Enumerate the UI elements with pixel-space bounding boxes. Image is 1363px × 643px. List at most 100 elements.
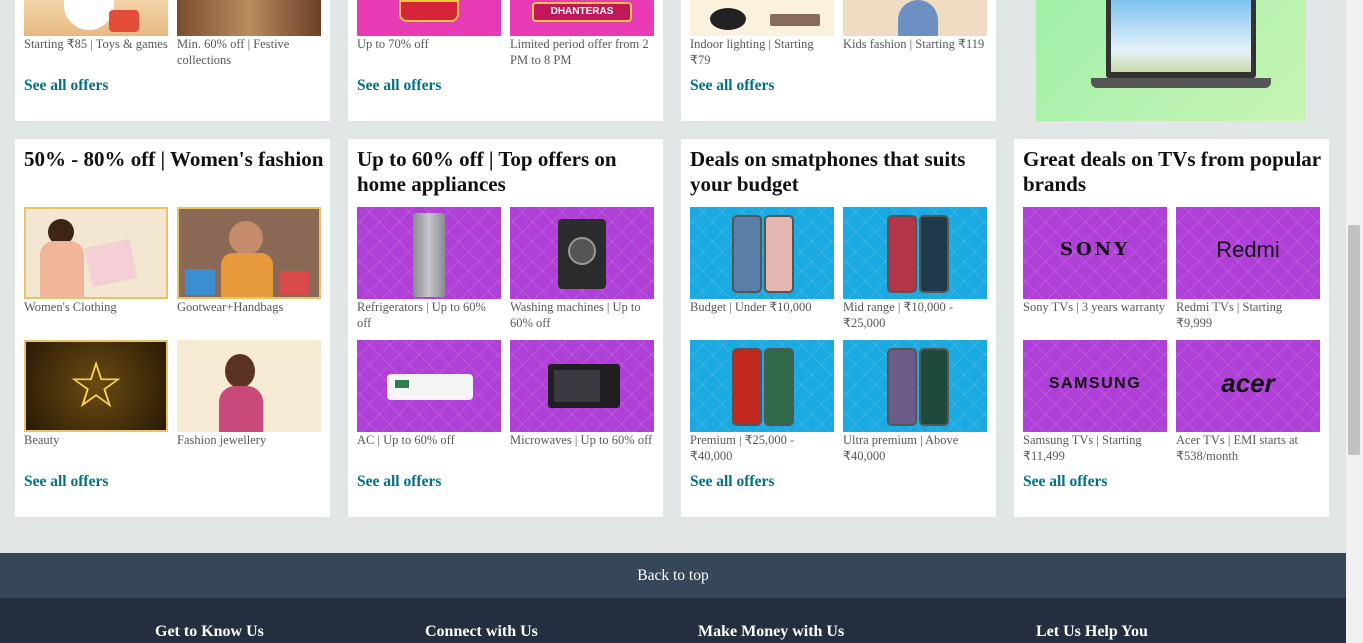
tile-caption: Microwaves | Up to 60% off bbox=[510, 433, 653, 447]
footer-heading-let-us-help-you: Let Us Help You bbox=[1036, 623, 1148, 640]
tile-caption: Gootwear+Handbags bbox=[177, 300, 284, 314]
tile-caption: Redmi TVs | Starting ₹9,999 bbox=[1176, 300, 1283, 330]
footer-heading-make-money-with-us: Make Money with Us bbox=[698, 623, 845, 640]
tile-redmi-tvs[interactable]: Redmi Redmi TVs | Starting ₹9,999 bbox=[1176, 207, 1320, 331]
festive-banner-image bbox=[357, 0, 501, 36]
tile-fashion-jewellery[interactable]: Fashion jewellery bbox=[177, 340, 321, 448]
tile-premium-phones[interactable]: Premium | ₹25,000 - ₹40,000 bbox=[690, 340, 834, 464]
tile-caption: Fashion jewellery bbox=[177, 433, 267, 447]
tile-budget-phones[interactable]: Budget | Under ₹10,000 bbox=[690, 207, 834, 315]
tile-caption: Limited period offer from 2 PM to 8 PM bbox=[510, 37, 649, 67]
footer: Get to Know Us Connect with Us Make Mone… bbox=[0, 598, 1346, 643]
sony-logo-image: SONY bbox=[1023, 207, 1167, 299]
card-title: Up to 60% off | Top offers on home appli… bbox=[357, 147, 617, 196]
footer-heading-connect-with-us: Connect with Us bbox=[425, 623, 538, 640]
tile-caption: Kids fashion | Starting ₹119 bbox=[843, 37, 985, 51]
redmi-logo-image: Redmi bbox=[1176, 207, 1320, 299]
lighting-image bbox=[690, 0, 834, 36]
scrollbar-thumb[interactable] bbox=[1348, 225, 1360, 455]
deal-card-home: Indoor lighting | Starting ₹79 Kids fash… bbox=[681, 0, 996, 121]
acer-logo-image: acer bbox=[1176, 340, 1320, 432]
dhanteras-label: DHANTERAS bbox=[532, 2, 632, 22]
tile-caption: Ultra premium | Above ₹40,000 bbox=[843, 433, 959, 463]
tile-footwear-handbags[interactable]: Gootwear+Handbags bbox=[177, 207, 321, 315]
tile-ultra-premium-phones[interactable]: Ultra premium | Above ₹40,000 bbox=[843, 340, 987, 464]
tile-festive[interactable]: Min. 60% off | Festive collections bbox=[177, 0, 321, 68]
tile-caption: Washing machines | Up to 60% off bbox=[510, 300, 641, 330]
tile-acer-tvs[interactable]: acer Acer TVs | EMI starts at ₹538/month bbox=[1176, 340, 1320, 464]
samsung-logo-image: SAMSUNG bbox=[1023, 340, 1167, 432]
see-all-offers-link[interactable]: See all offers bbox=[690, 77, 774, 95]
tile-up-to-70[interactable]: Up to 70% off bbox=[357, 0, 501, 52]
see-all-offers-link[interactable]: See all offers bbox=[357, 77, 441, 95]
redmi-logo: Redmi bbox=[1216, 237, 1280, 262]
tile-indoor-lighting[interactable]: Indoor lighting | Starting ₹79 bbox=[690, 0, 834, 68]
tile-samsung-tvs[interactable]: SAMSUNG Samsung TVs | Starting ₹11,499 bbox=[1023, 340, 1167, 464]
see-all-offers-link[interactable]: See all offers bbox=[24, 473, 108, 491]
beauty-image: ☆ bbox=[24, 340, 168, 432]
ac-image bbox=[357, 340, 501, 432]
tile-caption: Refrigerators | Up to 60% off bbox=[357, 300, 486, 330]
page-scrollbar[interactable] bbox=[1346, 0, 1363, 643]
sony-logo: SONY bbox=[1060, 239, 1130, 260]
tile-washing-machines[interactable]: Washing machines | Up to 60% off bbox=[510, 207, 654, 331]
tile-toys[interactable]: Starting ₹85 | Toys & games bbox=[24, 0, 168, 52]
deal-card-smartphones: Deals on smatphones that suits your budg… bbox=[681, 139, 996, 517]
see-all-offers-link[interactable]: See all offers bbox=[1023, 473, 1107, 491]
tile-microwaves[interactable]: Microwaves | Up to 60% off bbox=[510, 340, 654, 448]
tile-caption: Women's Clothing bbox=[24, 300, 117, 314]
laptop-base-image bbox=[1091, 78, 1271, 88]
ultra-premium-phone-image bbox=[843, 340, 987, 432]
tile-caption: Mid range | ₹10,000 - ₹25,000 bbox=[843, 300, 954, 330]
microwave-image bbox=[510, 340, 654, 432]
mid-range-phone-image bbox=[843, 207, 987, 299]
acer-logo: acer bbox=[1221, 368, 1275, 398]
budget-phone-image bbox=[690, 207, 834, 299]
washing-machine-image bbox=[510, 207, 654, 299]
womens-clothing-image bbox=[24, 207, 168, 299]
tile-caption: Beauty bbox=[24, 433, 60, 447]
see-all-offers-link[interactable]: See all offers bbox=[690, 473, 774, 491]
card-title: Great deals on TVs from popular brands bbox=[1023, 147, 1321, 196]
card-title: 50% - 80% off | Women's fashion bbox=[24, 147, 324, 171]
tile-beauty[interactable]: ☆ Beauty bbox=[24, 340, 168, 448]
see-all-offers-link[interactable]: See all offers bbox=[24, 77, 108, 95]
tile-caption: Budget | Under ₹10,000 bbox=[690, 300, 812, 314]
deal-card-home-appliances: Up to 60% off | Top offers on home appli… bbox=[348, 139, 663, 517]
deal-card-womens-fashion: 50% - 80% off | Women's fashion Women's … bbox=[15, 139, 330, 517]
laptop-ad-banner[interactable] bbox=[1036, 0, 1306, 121]
premium-phone-image bbox=[690, 340, 834, 432]
tile-mid-range-phones[interactable]: Mid range | ₹10,000 - ₹25,000 bbox=[843, 207, 987, 331]
footwear-handbags-image bbox=[177, 207, 321, 299]
tile-caption: Min. 60% off | Festive collections bbox=[177, 37, 290, 67]
tile-dhanteras[interactable]: DHANTERAS Limited period offer from 2 PM… bbox=[510, 0, 654, 68]
deal-card-festive: Up to 70% off DHANTERAS Limited period o… bbox=[348, 0, 663, 121]
tile-caption: Indoor lighting | Starting ₹79 bbox=[690, 37, 814, 67]
kids-fashion-image bbox=[843, 0, 987, 36]
dhanteras-banner-image: DHANTERAS bbox=[510, 0, 654, 36]
tile-caption: Premium | ₹25,000 - ₹40,000 bbox=[690, 433, 795, 463]
footer-heading-get-to-know-us: Get to Know Us bbox=[155, 623, 264, 640]
samsung-logo: SAMSUNG bbox=[1048, 375, 1142, 392]
refrigerator-image bbox=[357, 207, 501, 299]
laptop-screen-image bbox=[1106, 0, 1256, 78]
toys-image bbox=[24, 0, 168, 36]
card-title: Deals on smatphones that suits your budg… bbox=[690, 147, 966, 196]
tile-kids-fashion[interactable]: Kids fashion | Starting ₹119 bbox=[843, 0, 987, 52]
main-content: Starting ₹85 | Toys & games Min. 60% off… bbox=[0, 0, 1346, 643]
tile-refrigerators[interactable]: Refrigerators | Up to 60% off bbox=[357, 207, 501, 331]
see-all-offers-link[interactable]: See all offers bbox=[357, 473, 441, 491]
tile-caption: Acer TVs | EMI starts at ₹538/month bbox=[1176, 433, 1299, 463]
tile-womens-clothing[interactable]: Women's Clothing bbox=[24, 207, 168, 315]
tile-caption: AC | Up to 60% off bbox=[357, 433, 455, 447]
tile-sony-tvs[interactable]: SONY Sony TVs | 3 years warranty bbox=[1023, 207, 1167, 315]
festive-image bbox=[177, 0, 321, 36]
tile-caption: Samsung TVs | Starting ₹11,499 bbox=[1023, 433, 1142, 463]
back-to-top-button[interactable]: Back to top bbox=[0, 553, 1346, 598]
deal-card-toys: Starting ₹85 | Toys & games Min. 60% off… bbox=[15, 0, 330, 121]
fashion-jewellery-image bbox=[177, 340, 321, 432]
tile-caption: Starting ₹85 | Toys & games bbox=[24, 37, 168, 51]
deal-card-tvs: Great deals on TVs from popular brands S… bbox=[1014, 139, 1329, 517]
tile-caption: Sony TVs | 3 years warranty bbox=[1023, 300, 1166, 314]
tile-ac[interactable]: AC | Up to 60% off bbox=[357, 340, 501, 448]
